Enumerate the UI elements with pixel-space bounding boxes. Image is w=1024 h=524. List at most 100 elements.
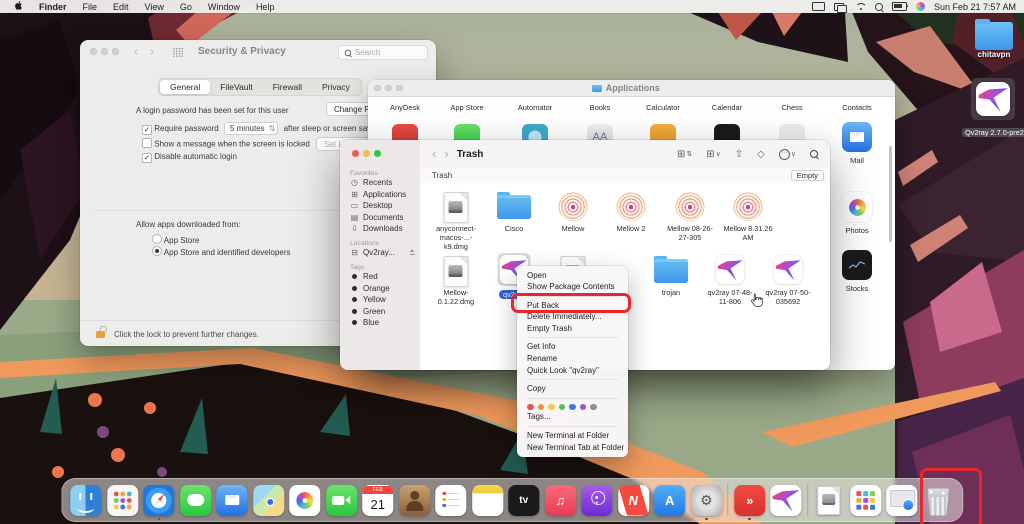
menu-item-get-info[interactable]: Get Info	[517, 341, 628, 353]
file-icon-dmg[interactable]	[444, 191, 469, 223]
sidebar-tag-orange[interactable]: Orange	[350, 284, 416, 293]
zoom-button[interactable]	[112, 48, 119, 55]
dock-messages[interactable]	[180, 485, 211, 516]
tag-orange-icon[interactable]	[538, 404, 545, 411]
file-icon-mellow[interactable]	[617, 191, 646, 221]
disable-auto-login-checkbox[interactable]: ✓	[142, 153, 152, 163]
menu-edit[interactable]: Edit	[105, 2, 137, 12]
show-all-icon[interactable]: ⣿⣿	[172, 47, 183, 58]
minimize-button[interactable]	[363, 150, 370, 157]
file-icon-qv2ray[interactable]	[774, 255, 803, 284]
sidebar-item-desktop[interactable]: ▭Desktop	[350, 201, 416, 210]
dock-launchpad[interactable]	[107, 485, 138, 516]
dock-podcasts[interactable]	[581, 485, 612, 516]
file-icon-folder[interactable]	[654, 255, 688, 283]
tab-filevault[interactable]: FileVault	[210, 80, 262, 94]
eject-icon[interactable]	[409, 249, 416, 256]
stocks-app-icon[interactable]	[842, 250, 872, 280]
app-label[interactable]: Calendar	[697, 103, 757, 112]
menu-item-quick-look[interactable]: Quick Look "qv2ray"	[517, 365, 628, 377]
menu-item-show-package-contents[interactable]: Show Package Contents	[517, 281, 628, 293]
spotlight-icon[interactable]	[875, 3, 883, 11]
menu-item-new-terminal[interactable]: New Terminal at Folder	[517, 430, 628, 442]
app-label[interactable]: AnyDesk	[375, 103, 435, 112]
photos-app-icon[interactable]	[842, 192, 872, 222]
display-status-icon[interactable]	[812, 2, 825, 11]
require-password-checkbox[interactable]: ✓	[142, 125, 152, 135]
file-label[interactable]: anyconnect-macos-...-k9.dmg	[429, 225, 483, 251]
lock-icon[interactable]	[96, 331, 105, 338]
menu-file[interactable]: File	[75, 2, 106, 12]
dock-notes[interactable]	[472, 485, 503, 516]
menu-item-tags[interactable]: Tags...	[517, 411, 628, 423]
file-icon-mellow[interactable]	[676, 191, 705, 221]
search-input[interactable]: Search	[338, 45, 428, 60]
tag-blue-icon[interactable]	[569, 404, 576, 411]
menu-item-new-terminal-tab[interactable]: New Terminal Tab at Folder	[517, 442, 628, 454]
dock-contacts[interactable]	[399, 485, 430, 516]
view-options-icon[interactable]: ⊞∨	[706, 149, 721, 160]
interval-dropdown[interactable]: 5 minutes⇅	[224, 122, 278, 135]
file-icon-mellow[interactable]	[734, 191, 763, 221]
app-label[interactable]: App Store	[437, 103, 497, 112]
search-icon[interactable]	[810, 150, 818, 158]
sidebar-tag-green[interactable]: Green	[350, 307, 416, 316]
menu-item-copy[interactable]: Copy	[517, 383, 628, 395]
menu-item-rename[interactable]: Rename	[517, 353, 628, 365]
file-label[interactable]: Mellow 8.31.26 AM	[721, 225, 775, 243]
dock-reminders[interactable]	[435, 485, 466, 516]
menu-window[interactable]: Window	[200, 2, 248, 12]
app-label[interactable]: Stocks	[827, 284, 887, 293]
dock-facetime[interactable]	[326, 485, 357, 516]
desktop-icon-chitavpn[interactable]: chitavpn	[966, 22, 1022, 59]
file-label[interactable]: qv2ray 07-50-035692	[761, 289, 815, 307]
empty-trash-button[interactable]: Empty	[791, 170, 824, 182]
file-label[interactable]: qv2ray 07-48-11-806	[703, 289, 757, 307]
menu-view[interactable]: View	[137, 2, 172, 12]
dock-maps[interactable]	[253, 485, 284, 516]
dock-disk-image[interactable]	[813, 485, 844, 516]
file-label[interactable]: Mellow	[546, 225, 600, 234]
file-icon-dmg[interactable]	[444, 255, 469, 287]
back-icon[interactable]: ‹	[134, 46, 138, 56]
dock-safari[interactable]	[143, 485, 174, 516]
scrollbar[interactable]	[889, 146, 892, 242]
dock-system-preferences[interactable]: ⚙	[691, 485, 722, 516]
close-button[interactable]	[90, 48, 97, 55]
file-icon-mellow[interactable]	[559, 191, 588, 221]
file-label[interactable]: Cisco	[487, 225, 541, 234]
desktop-icon-qv2ray[interactable]: Qv2ray 2.7.0-pre2	[962, 78, 1024, 140]
dock-downloads-stack[interactable]	[886, 485, 917, 516]
sidebar-item-applications[interactable]: ⊞Applications	[350, 190, 416, 199]
app-label[interactable]: Calculator	[633, 103, 693, 112]
tag-purple-icon[interactable]	[580, 404, 587, 411]
back-icon[interactable]: ‹	[432, 149, 436, 159]
file-label[interactable]: Mellow 2	[604, 225, 658, 234]
sidebar-item-downloads[interactable]: ⇩Downloads	[350, 224, 416, 233]
show-message-checkbox[interactable]	[142, 138, 152, 148]
tab-privacy[interactable]: Privacy	[312, 80, 360, 94]
forward-icon[interactable]: ›	[444, 149, 448, 159]
apple-menu[interactable]	[0, 0, 31, 13]
file-label[interactable]: Mellow-0.1.22.dmg	[429, 289, 483, 307]
sidebar-tag-blue[interactable]: Blue	[350, 318, 416, 327]
dock-music[interactable]: ♫	[545, 485, 576, 516]
window-controls[interactable]	[352, 150, 381, 157]
dock-appstore[interactable]: A	[654, 485, 685, 516]
dock-tv[interactable]: tv	[508, 485, 539, 516]
menu-item-open[interactable]: Open	[517, 270, 628, 282]
sidebar-item-recents[interactable]: ◷Recents	[350, 178, 416, 187]
app-label[interactable]: Automator	[505, 103, 565, 112]
file-label[interactable]: Mellow 08-26-27-305	[663, 225, 717, 243]
menu-item-empty-trash[interactable]: Empty Trash	[517, 323, 628, 335]
dock-calendar[interactable]: FEB 21	[362, 485, 393, 516]
window-controls[interactable]	[374, 85, 403, 92]
menu-item-delete-immediately[interactable]: Delete Immediately...	[517, 311, 628, 323]
dock-photos[interactable]	[289, 485, 320, 516]
file-icon-qv2ray[interactable]	[716, 255, 745, 284]
menu-finder[interactable]: Finder	[31, 2, 75, 12]
battery-icon[interactable]	[892, 2, 907, 11]
dock-finder[interactable]	[70, 485, 101, 516]
app-label[interactable]: Photos	[827, 226, 887, 235]
forward-icon[interactable]: ›	[150, 46, 154, 56]
